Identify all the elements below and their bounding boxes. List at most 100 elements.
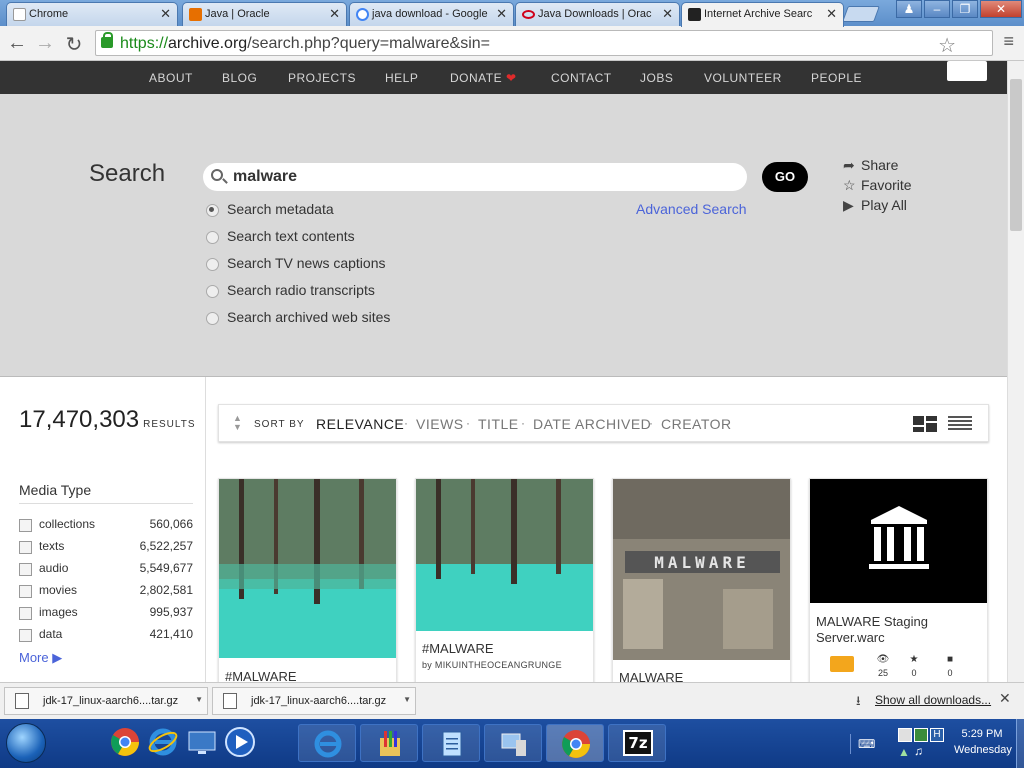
media-player-icon[interactable]	[224, 726, 256, 758]
internet-explorer-icon[interactable]	[147, 726, 179, 758]
tab-google-search[interactable]: java download - Google ✕	[349, 2, 514, 26]
play-all-action[interactable]: ▶ Play All	[843, 197, 907, 214]
sort-title[interactable]: TITLE	[478, 416, 519, 432]
nav-volunteer[interactable]: VOLUNTEER	[704, 71, 782, 85]
user-icon[interactable]: ♟	[896, 0, 922, 18]
taskbar-ie-button[interactable]	[298, 724, 356, 762]
taskbar-7zip-button[interactable]: 7z	[608, 724, 666, 762]
sort-date-archived[interactable]: DATE ARCHIVED	[533, 416, 651, 432]
nav-jobs[interactable]: JOBS	[640, 71, 673, 85]
tray-icon[interactable]: H	[930, 728, 944, 742]
radio-search-metadata[interactable]: Search metadata	[206, 201, 334, 217]
result-card[interactable]: #MALWARE by MIKUINTHEOCEANGRUNGE	[415, 478, 594, 688]
facet-images[interactable]: images 995,937	[19, 605, 193, 620]
forward-icon[interactable]: →	[34, 32, 56, 55]
sort-relevance[interactable]: RELEVANCE	[316, 416, 404, 432]
maximize-button[interactable]: ❐	[952, 0, 978, 18]
scrollbar-thumb[interactable]	[1010, 79, 1022, 231]
tray-icon[interactable]	[914, 728, 928, 742]
address-bar[interactable]: https://archive.org/search.php?query=mal…	[95, 30, 993, 58]
new-tab-button[interactable]	[842, 6, 880, 22]
sort-views[interactable]: VIEWS	[416, 416, 464, 432]
volume-icon[interactable]: ♫	[914, 744, 923, 758]
page-scrollbar[interactable]	[1007, 61, 1024, 682]
result-card[interactable]: #MALWARE	[218, 478, 397, 688]
keyboard-icon[interactable]: ⌨	[858, 737, 875, 751]
facet-label: texts	[39, 539, 65, 553]
nav-projects[interactable]: PROJECTS	[288, 71, 356, 85]
views-icon: 👁	[876, 654, 890, 665]
tab-close-icon[interactable]: ✕	[160, 6, 171, 22]
show-desktop-button[interactable]	[1016, 719, 1024, 768]
chevron-down-icon[interactable]: ▼	[195, 695, 203, 704]
list-view-icon[interactable]	[948, 415, 972, 433]
more-facets-link[interactable]: More ▶	[19, 650, 62, 666]
result-title[interactable]: #MALWARE	[422, 641, 494, 656]
go-button[interactable]: GO	[762, 162, 808, 192]
start-button[interactable]	[6, 723, 46, 763]
minimize-button[interactable]: –	[924, 0, 950, 18]
chrome-icon[interactable]	[109, 726, 141, 758]
url-host: archive.org	[168, 35, 248, 52]
result-card[interactable]: MALWARE MALWARE	[612, 478, 791, 688]
system-clock[interactable]: 5:29 PM Wednesday	[954, 728, 1012, 756]
taskbar-notepad-button[interactable]	[422, 724, 480, 762]
result-title[interactable]: MALWARE Staging Server.warc	[816, 614, 981, 646]
back-icon[interactable]: ←	[6, 32, 28, 55]
tab-java-oracle[interactable]: Java | Oracle ✕	[182, 2, 347, 26]
taskbar-chrome-button[interactable]	[546, 724, 604, 762]
download-item[interactable]: jdk-17_linux-aarch6....tar.gz ▼	[212, 687, 416, 715]
nav-contact[interactable]: CONTACT	[551, 71, 612, 85]
nav-blog[interactable]: BLOG	[222, 71, 257, 85]
advanced-search-link[interactable]: Advanced Search	[636, 201, 747, 217]
desktop-icon[interactable]	[186, 726, 218, 758]
taskbar-computer-button[interactable]	[484, 724, 542, 762]
tab-java-downloads[interactable]: Java Downloads | Orac ✕	[515, 2, 680, 26]
radio-search-web[interactable]: Search archived web sites	[206, 309, 390, 325]
result-card[interactable]: MALWARE Staging Server.warc 👁 25 ★ 0 ■ 0	[809, 478, 988, 688]
result-thumbnail	[416, 479, 593, 631]
radio-search-radio[interactable]: Search radio transcripts	[206, 282, 375, 298]
tab-close-icon[interactable]: ✕	[826, 6, 837, 22]
google-icon	[356, 8, 369, 21]
facet-audio[interactable]: audio 5,549,677	[19, 561, 193, 576]
search-input[interactable]: malware	[203, 163, 747, 191]
facet-data[interactable]: data 421,410	[19, 627, 193, 642]
tab-internet-archive[interactable]: Internet Archive Searc ✕	[681, 2, 844, 27]
tile-view-icon[interactable]	[913, 415, 937, 433]
nav-donate[interactable]: DONATE ❤	[450, 71, 517, 85]
close-window-button[interactable]: ✕	[980, 0, 1022, 18]
taskbar-paint-button[interactable]	[360, 724, 418, 762]
menu-icon[interactable]: ≡	[1003, 31, 1014, 52]
nav-about[interactable]: ABOUT	[149, 71, 193, 85]
result-creator[interactable]: by MIKUINTHEOCEANGRUNGE	[422, 660, 562, 670]
close-download-bar-icon[interactable]: ✕	[999, 690, 1011, 707]
tab-chrome[interactable]: Chrome ✕	[6, 2, 178, 26]
share-action[interactable]: ➦ Share	[843, 157, 898, 174]
favorite-label: Favorite	[861, 177, 912, 193]
chevron-down-icon[interactable]: ▼	[403, 695, 411, 704]
nav-search-box[interactable]	[947, 61, 987, 81]
nav-people[interactable]: PEOPLE	[811, 71, 862, 85]
radio-search-text[interactable]: Search text contents	[206, 228, 355, 244]
facet-collections[interactable]: collections 560,066	[19, 517, 193, 532]
nav-help[interactable]: HELP	[385, 71, 418, 85]
show-all-downloads-link[interactable]: Show all downloads...	[875, 693, 991, 707]
network-icon[interactable]: ▲	[898, 745, 910, 759]
facet-texts[interactable]: texts 6,522,257	[19, 539, 193, 554]
reload-icon[interactable]: ↻	[63, 32, 85, 57]
tray-icon[interactable]	[898, 728, 912, 742]
search-title: Search	[89, 160, 166, 187]
tab-close-icon[interactable]: ✕	[329, 6, 340, 22]
tab-close-icon[interactable]: ✕	[496, 6, 507, 22]
sort-creator[interactable]: CREATOR	[661, 416, 732, 432]
download-item[interactable]: jdk-17_linux-aarch6....tar.gz ▼	[4, 687, 208, 715]
tab-close-icon[interactable]: ✕	[662, 6, 673, 22]
facet-movies[interactable]: movies 2,802,581	[19, 583, 193, 598]
heart-icon: ❤	[505, 71, 517, 85]
radio-search-tv[interactable]: Search TV news captions	[206, 255, 386, 271]
7zip-icon: 7z	[623, 730, 653, 756]
favorite-action[interactable]: ☆ Favorite	[843, 177, 912, 194]
sort-arrows-icon[interactable]: ▲ ▼	[233, 414, 242, 432]
bookmark-star-icon[interactable]: ☆	[938, 33, 956, 58]
